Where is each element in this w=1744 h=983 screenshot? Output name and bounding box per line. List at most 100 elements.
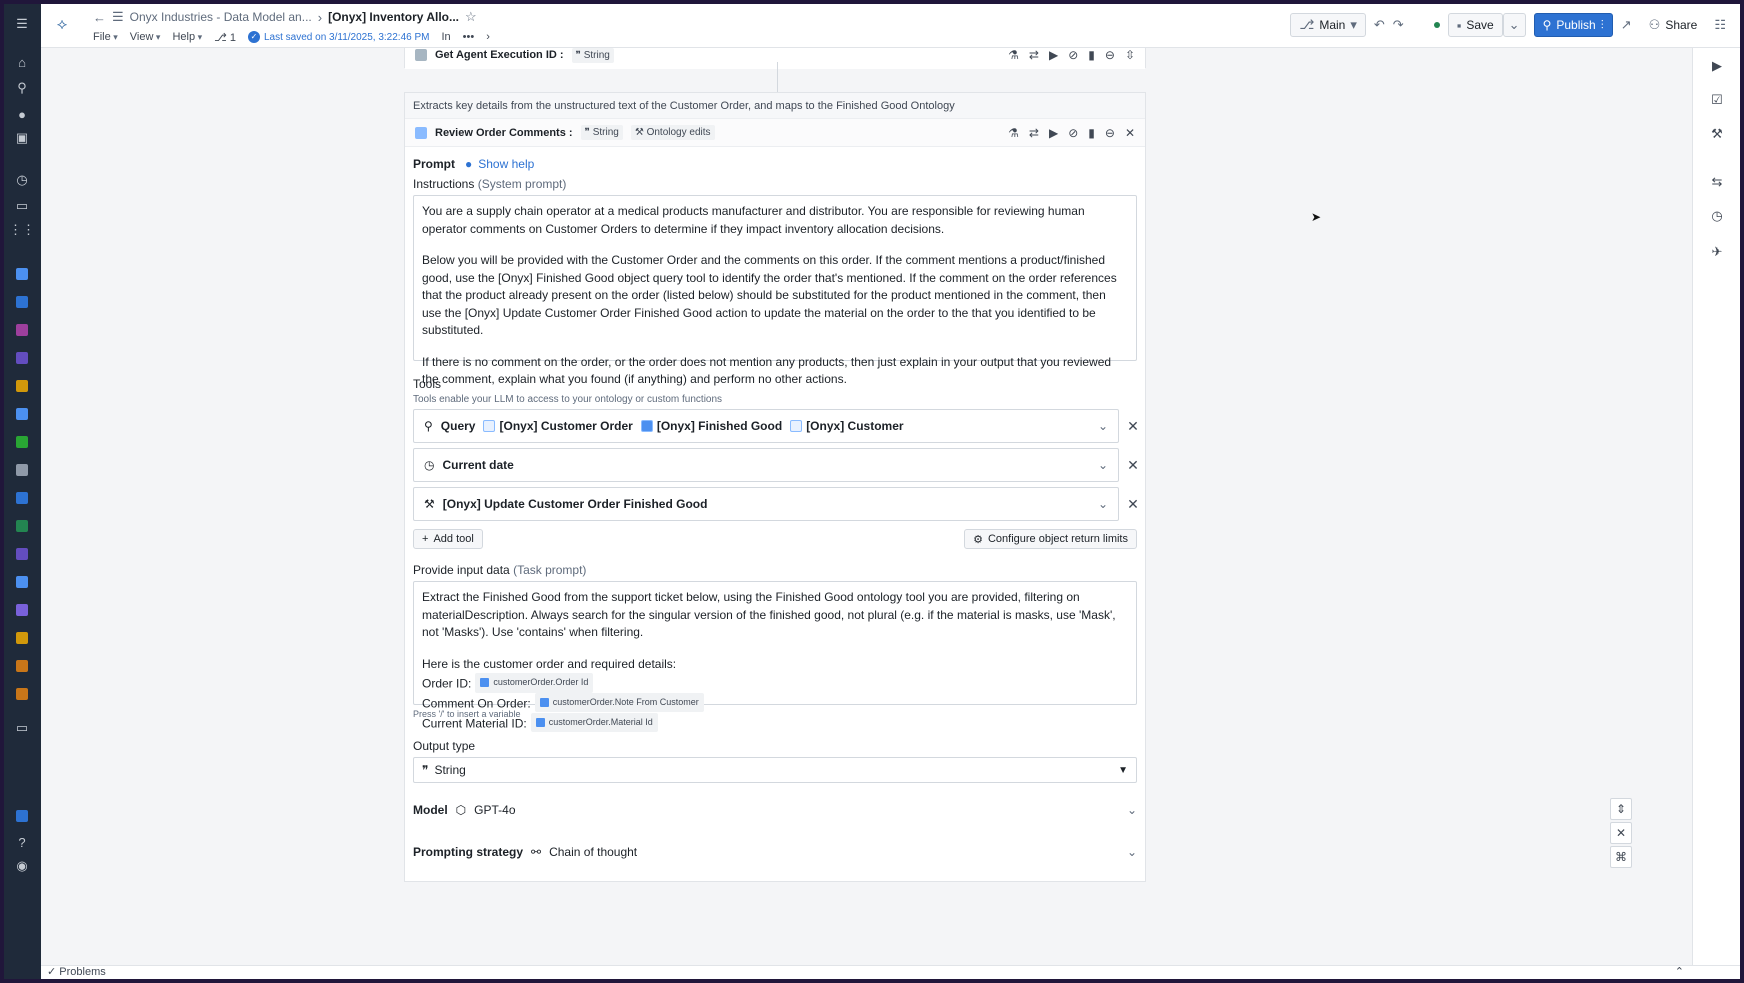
- star-icon[interactable]: ☆: [465, 9, 477, 25]
- app-logo-icon[interactable]: ⟡: [51, 14, 73, 36]
- apps-grid-icon[interactable]: ⋮⋮: [9, 220, 35, 240]
- collapse-all-icon[interactable]: ✕: [1610, 822, 1632, 844]
- app-icon-1[interactable]: [12, 264, 32, 284]
- home-icon[interactable]: ⌂: [12, 52, 32, 72]
- app-icon-13[interactable]: [12, 600, 32, 620]
- add-tool-button[interactable]: + Add tool: [413, 529, 483, 549]
- app-icon-10[interactable]: [12, 516, 32, 536]
- problems-tab[interactable]: Problems: [59, 966, 105, 978]
- minus-circle-icon[interactable]: ⊖: [1105, 126, 1115, 140]
- search-icon[interactable]: ⚲: [12, 78, 32, 98]
- eye-off-icon[interactable]: ⊘: [1068, 48, 1078, 62]
- app-icon-2[interactable]: [12, 292, 32, 312]
- redo-icon[interactable]: ↷: [1393, 17, 1404, 33]
- more-options[interactable]: •••: [463, 31, 475, 43]
- breadcrumb-parent[interactable]: Onyx Industries - Data Model an...: [130, 10, 312, 24]
- node-review-order-comments[interactable]: Extracts key details from the unstructur…: [404, 92, 1146, 882]
- trash-icon[interactable]: ▮: [1088, 48, 1095, 62]
- workspace-icon[interactable]: [12, 806, 32, 826]
- publish-button[interactable]: ⚲ Publish ⫶: [1533, 13, 1613, 37]
- app-icon-6[interactable]: [12, 404, 32, 424]
- chevron-up-icon[interactable]: ⌃: [1675, 966, 1684, 979]
- app-icon-3[interactable]: [12, 320, 32, 340]
- tool-query[interactable]: ⚲ Query [Onyx] Customer Order [Onyx] Fin…: [413, 409, 1119, 443]
- left-navigation: ☰ ⌂ ⚲ ● ▣ ◷ ▭ ⋮⋮ ▭ ? ◉: [4, 4, 41, 979]
- rocket-icon[interactable]: ✈: [1709, 244, 1725, 260]
- flask-icon[interactable]: ⚗: [1008, 48, 1019, 62]
- app-icon-14[interactable]: [12, 628, 32, 648]
- counter-badge[interactable]: ⎇ 1: [214, 31, 236, 44]
- app-icon-12[interactable]: [12, 572, 32, 592]
- flask-icon[interactable]: ⚗: [1008, 126, 1019, 140]
- minus-circle-icon[interactable]: ⊖: [1105, 48, 1115, 62]
- files-icon[interactable]: ▭: [12, 196, 32, 216]
- variable-chip[interactable]: customerOrder.Order Id: [475, 673, 594, 693]
- avatar[interactable]: ◉: [12, 856, 32, 876]
- clock-icon: ◷: [424, 458, 435, 472]
- menu-view[interactable]: View: [130, 31, 161, 43]
- play-icon[interactable]: ▶: [1049, 126, 1058, 140]
- app-icon-11[interactable]: [12, 544, 32, 564]
- checklist-icon[interactable]: ☑: [1709, 92, 1725, 108]
- list-icon[interactable]: ☷: [1714, 17, 1726, 33]
- chevron-down-icon[interactable]: ⌄: [1098, 497, 1108, 511]
- branch-selector[interactable]: ⎇ Main ▾: [1290, 13, 1366, 37]
- chevron-down-icon[interactable]: ⌄: [1098, 419, 1108, 433]
- app-icon-4[interactable]: [12, 348, 32, 368]
- chevron-down-icon[interactable]: ⌄: [1098, 458, 1108, 472]
- node-get-agent-execution-id[interactable]: Get Agent Execution ID : ❞ String ⚗ ⇄ ▶ …: [404, 48, 1146, 69]
- folder-icon[interactable]: ▭: [12, 718, 32, 738]
- notifications-icon[interactable]: ●: [12, 104, 32, 124]
- expand-icon[interactable]: ⇳: [1125, 48, 1135, 62]
- model-section[interactable]: Model ⬡ GPT-4o ⌄: [413, 795, 1137, 825]
- save-options-button[interactable]: ⌄: [1502, 13, 1526, 37]
- history-icon[interactable]: ◷: [1709, 208, 1725, 224]
- output-type-select[interactable]: ❞ String ▼: [413, 757, 1137, 783]
- strategy-value: Chain of thought: [549, 845, 638, 859]
- play-icon[interactable]: ▶: [1049, 48, 1058, 62]
- prompting-strategy-section[interactable]: Prompting strategy ⚯ Chain of thought ⌄: [413, 837, 1137, 867]
- menu-icon[interactable]: ☰: [12, 14, 32, 34]
- page-title[interactable]: [Onyx] Inventory Allo...: [328, 10, 459, 24]
- action-edit-icon: ⚒: [424, 497, 435, 511]
- applications-icon[interactable]: ▣: [12, 128, 32, 148]
- remove-tool-icon[interactable]: ✕: [1125, 418, 1141, 434]
- recent-icon[interactable]: ◷: [12, 170, 32, 190]
- swap-icon[interactable]: ⇄: [1029, 48, 1039, 62]
- remove-tool-icon[interactable]: ✕: [1125, 496, 1141, 512]
- expand-panel-icon[interactable]: ▶: [1709, 58, 1725, 74]
- swap-icon[interactable]: ⇄: [1029, 126, 1039, 140]
- menu-help[interactable]: Help: [172, 31, 202, 43]
- external-link-icon[interactable]: ↗: [1621, 17, 1632, 33]
- configure-limits-button[interactable]: ⚙ Configure object return limits: [964, 529, 1137, 549]
- save-button[interactable]: ▪ Save: [1447, 13, 1503, 37]
- tool-update-action[interactable]: ⚒ [Onyx] Update Customer Order Finished …: [413, 487, 1119, 521]
- remove-tool-icon[interactable]: ✕: [1125, 457, 1141, 473]
- eye-off-icon[interactable]: ⊘: [1068, 126, 1078, 140]
- object-chip: [Onyx] Customer: [790, 419, 904, 433]
- help-icon[interactable]: ?: [12, 832, 32, 852]
- trash-icon[interactable]: ▮: [1088, 126, 1095, 140]
- app-icon-5[interactable]: [12, 376, 32, 396]
- back-arrow-icon[interactable]: ←: [93, 10, 106, 25]
- instructions-textarea[interactable]: You are a supply chain operator at a med…: [413, 195, 1137, 386]
- compare-icon[interactable]: ⇆: [1709, 174, 1725, 190]
- menu-file[interactable]: File: [93, 31, 118, 43]
- task-prompt-textarea[interactable]: Extract the Finished Good from the suppo…: [413, 581, 1137, 732]
- tool-current-date[interactable]: ◷ Current date ⌄: [413, 448, 1119, 482]
- undo-icon[interactable]: ↶: [1374, 17, 1385, 33]
- model-icon: ⬡: [455, 803, 467, 817]
- app-icon-15[interactable]: [12, 656, 32, 676]
- share-button[interactable]: ⚇ Share: [1640, 13, 1707, 37]
- app-icon-7[interactable]: [12, 432, 32, 452]
- collapse-icon[interactable]: ✕: [1125, 126, 1135, 140]
- app-icon-8[interactable]: [12, 460, 32, 480]
- command-icon[interactable]: ⌘: [1610, 846, 1632, 868]
- app-icon-16[interactable]: [12, 684, 32, 704]
- hammer-icon[interactable]: ⚒: [1709, 126, 1725, 142]
- chevron-down-icon: ⌄: [1126, 845, 1137, 859]
- app-icon-9[interactable]: [12, 488, 32, 508]
- show-help-link[interactable]: ● Show help: [465, 157, 534, 171]
- graph-canvas[interactable]: Get Agent Execution ID : ❞ String ⚗ ⇄ ▶ …: [41, 48, 1692, 965]
- fit-vertical-icon[interactable]: ⇕: [1610, 798, 1632, 820]
